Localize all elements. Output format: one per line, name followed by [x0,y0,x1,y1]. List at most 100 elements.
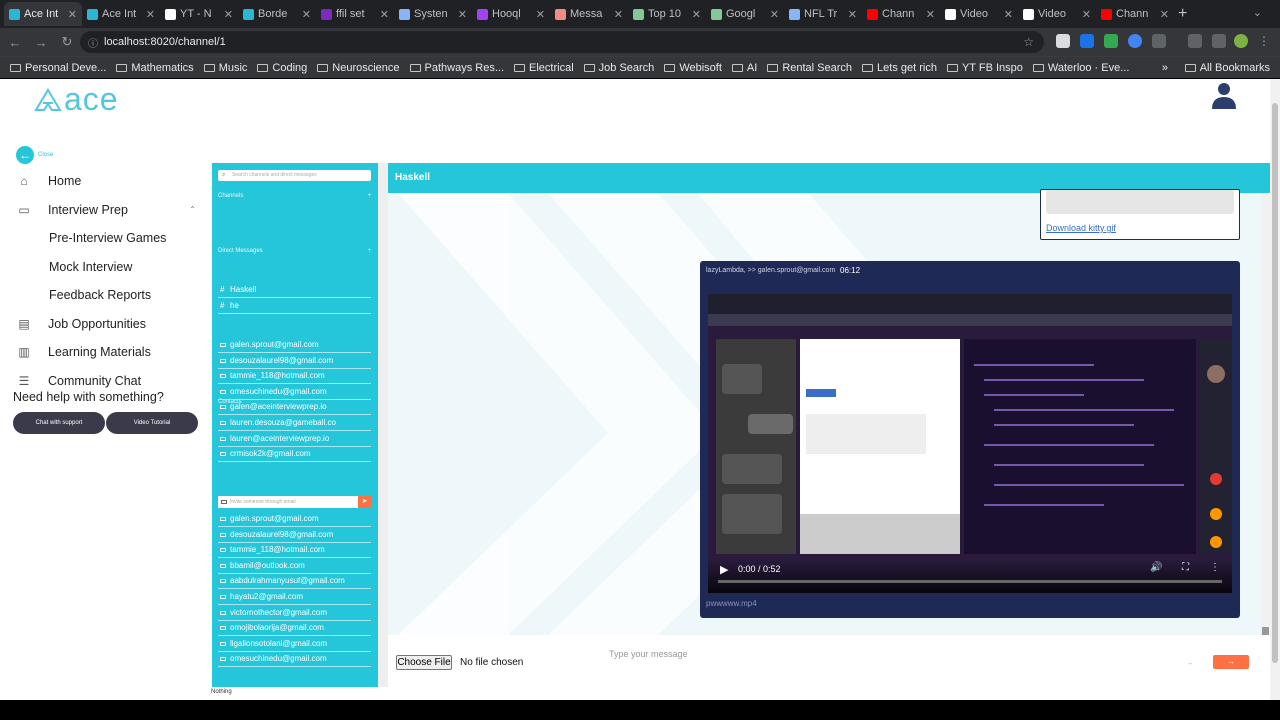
contact-item[interactable]: victornothector@gmail.com [218,606,371,621]
add-dm-icon[interactable]: + [367,248,371,254]
bookmark-item[interactable]: AI [731,62,757,74]
contact-item[interactable]: omojibolaorija@gmail.com [218,621,371,637]
all-bookmarks[interactable]: All Bookmarks [1184,62,1270,74]
bookmark-item[interactable]: Electrical [514,62,574,74]
bookmarks-overflow-icon[interactable]: » [1162,62,1168,74]
tab-close-icon[interactable]: ✕ [1082,8,1091,21]
dm-item[interactable]: desouzalaurel98@gmail.com [218,354,371,369]
tab-close-icon[interactable]: ✕ [536,8,545,21]
add-channel-icon[interactable]: + [367,193,371,199]
browser-tab[interactable]: Top 10 ✕ [628,2,706,26]
browser-tab[interactable]: Chann ✕ [862,2,940,26]
bookmark-item[interactable]: Music [203,62,247,74]
video-tutorial-button[interactable]: Video Tutorial [106,412,198,434]
browser-tab[interactable]: Systen ✕ [394,2,472,26]
user-avatar-icon[interactable] [1210,81,1238,109]
site-info-icon[interactable]: ⓘ [88,35,98,50]
browser-tab[interactable]: YT - N ✕ [160,2,238,26]
extensions-puzzle-icon[interactable] [1152,34,1166,48]
invite-contact-input[interactable]: Invite someone through email [218,496,358,508]
extension-icon[interactable] [1080,34,1094,48]
profile-avatar-icon[interactable] [1234,34,1248,48]
tab-close-icon[interactable]: ✕ [926,8,935,21]
ace-logo[interactable]: ace [34,81,119,118]
browser-tab[interactable]: Ace Int ✕ [4,2,82,26]
nav-item-interview-prep[interactable]: ▭ Interview Prep ⌃ [16,196,196,225]
tab-close-icon[interactable]: ✕ [770,8,779,21]
nav-item-feedback-reports[interactable]: Feedback Reports [16,281,196,310]
contact-item[interactable]: desouzalaurel98@gmail.com [218,528,371,543]
video-progress-bar[interactable] [718,580,1222,583]
contact-item[interactable]: bbamil@outlook.com [218,559,371,574]
channel-item[interactable]: # Haskell [218,283,371,298]
bookmark-item[interactable]: Waterloo · Eve... [1032,62,1129,74]
fullscreen-icon[interactable]: ⛶ [1182,562,1189,573]
dm-item[interactable]: lauren@aceinterviewprep.io [218,432,371,447]
browser-tab[interactable]: NFL Tr ✕ [784,2,862,26]
page-scrollbar[interactable] [1270,79,1280,700]
nav-item-pre-interview-games[interactable]: Pre-Interview Games [16,224,196,253]
contact-item[interactable]: hayatu2@gmail.com [218,590,371,605]
bookmark-item[interactable]: Rental Search [767,62,852,74]
invite-send-button[interactable]: ➤ [358,496,371,508]
browser-tab[interactable]: Chann ✕ [1096,2,1174,26]
tab-close-icon[interactable]: ✕ [458,8,467,21]
tab-close-icon[interactable]: ✕ [1160,8,1169,21]
video-player[interactable]: ▶ 0:00 / 0:52 🔊 ⛶ ⋮ [708,294,1232,593]
dm-item[interactable]: galen@aceinterviewprep.io [218,400,371,416]
collapse-caret-icon[interactable]: ⌃ [189,205,196,214]
bookmark-item[interactable]: Pathways Res... [409,62,504,74]
dm-item[interactable]: lauren.desouza@gameball.co [218,416,371,431]
back-arrow-icon[interactable]: ← [4,35,26,50]
volume-icon[interactable]: 🔊 [1150,562,1162,573]
nav-item-home[interactable]: ⌂ Home [16,167,196,196]
play-icon[interactable]: ▶ [720,563,728,576]
bookmark-item[interactable]: Job Search [583,62,654,74]
bookmark-item[interactable]: Personal Deve... [10,62,106,74]
contact-item[interactable]: ligalionsotolani@gmail.com [218,637,371,652]
contact-item[interactable]: galen.sprout@gmail.com [218,512,371,527]
tab-close-icon[interactable]: ✕ [302,8,311,21]
more-options-icon[interactable]: ⋮ [1210,562,1220,573]
dm-item[interactable]: tammie_118@hotmail.com [218,369,371,385]
bookmark-item[interactable]: Webisoft [664,62,722,74]
dm-item[interactable]: crmisok2k@gmail.com [218,447,371,463]
tab-search-icon[interactable]: ⌄ [1253,6,1274,19]
nav-item-mock-interview[interactable]: Mock Interview [16,253,196,282]
scrollbar-thumb[interactable] [1262,627,1269,635]
nav-item-learning-materials[interactable]: ▥ Learning Materials [16,338,196,367]
bookmark-item[interactable]: Neuroscience [317,62,400,74]
send-button[interactable]: → [1213,655,1249,669]
dm-item[interactable]: galen.sprout@gmail.com [218,338,371,353]
close-sidebar-button[interactable]: ← Close [16,146,53,164]
nav-item-job-opportunities[interactable]: ▤ Job Opportunities [16,310,196,339]
bookmark-item[interactable]: Coding [257,62,307,74]
browser-tab[interactable]: Video ✕ [1018,2,1096,26]
extension-icon[interactable] [1056,34,1070,48]
menu-kebab-icon[interactable]: ⋮ [1258,34,1272,48]
tab-close-icon[interactable]: ✕ [146,8,155,21]
address-bar[interactable]: ⓘ localhost:8020/channel/1 ☆ [80,31,1044,53]
extension-icon[interactable] [1128,34,1142,48]
video-filename[interactable]: pwwwww.mp4 [706,599,757,608]
extension-icon[interactable] [1104,34,1118,48]
contact-item[interactable]: tammie_118@hotmail.com [218,543,371,559]
tab-close-icon[interactable]: ✕ [224,8,233,21]
tab-close-icon[interactable]: ✕ [1004,8,1013,21]
chat-with-support-button[interactable]: Chat with support [13,412,105,434]
browser-tab[interactable]: Hooql ✕ [472,2,550,26]
browser-tab[interactable]: Ace Int ✕ [82,2,160,26]
channel-search-input[interactable]: ⌕ Search channels and direct messages [218,170,371,181]
choose-file-button[interactable]: Choose File [396,655,452,670]
tab-close-icon[interactable]: ✕ [692,8,701,21]
channels-scrollbar[interactable] [378,163,388,687]
browser-tab[interactable]: Video ✕ [940,2,1018,26]
contact-item[interactable]: aabdulrahmanyusuf@gmail.com [218,574,371,590]
download-kitty-link[interactable]: Download kitty.gif [1046,223,1116,233]
tab-close-icon[interactable]: ✕ [848,8,857,21]
download-icon[interactable] [1212,34,1226,48]
forward-arrow-icon[interactable]: → [30,35,52,50]
bookmark-item[interactable]: Mathematics [116,62,194,74]
message-input[interactable]: Type your message [609,649,688,659]
cast-icon[interactable] [1188,34,1202,48]
